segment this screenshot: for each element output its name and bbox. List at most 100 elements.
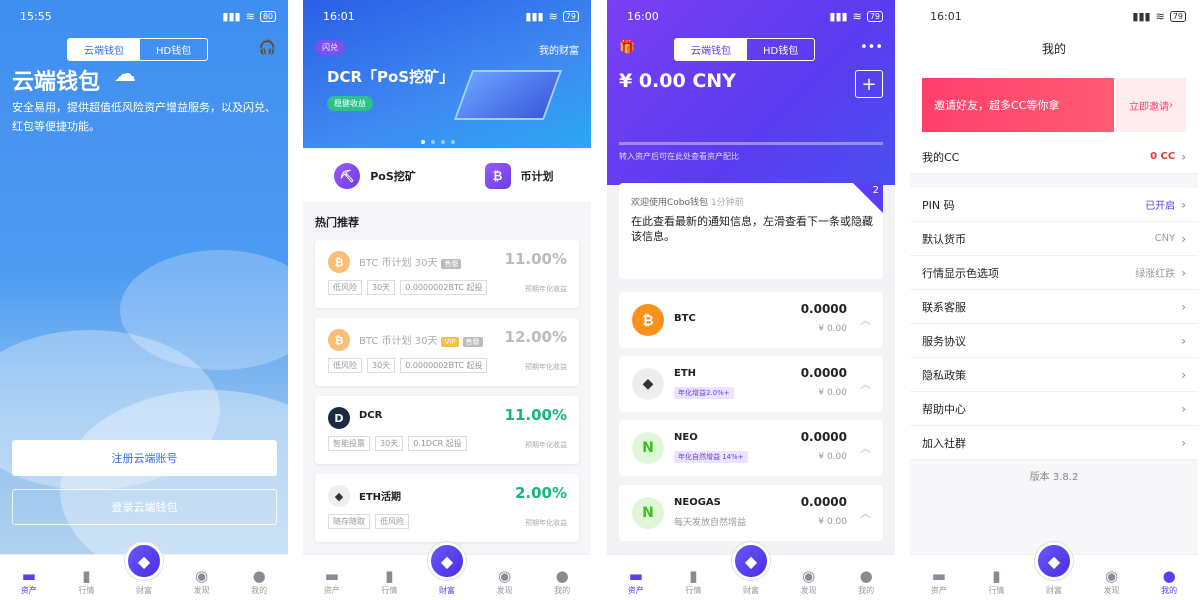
chart-icon: ▮ bbox=[992, 567, 1001, 585]
nav-wealth[interactable]: ◆ 财富 bbox=[726, 542, 776, 596]
soldout-badge: 售罄 bbox=[462, 337, 483, 347]
nav-discover[interactable]: ◉ 发现 bbox=[784, 567, 834, 596]
compass-icon: ◉ bbox=[802, 567, 816, 585]
assets-header: 16:00 ▮▮▮ ≋ 79 🎁 云端钱包 HD钱包 ••• ¥ 0.00 CNY … bbox=[607, 0, 895, 185]
chevron-up-icon[interactable]: ︿ bbox=[860, 312, 871, 328]
terms-row[interactable]: 服务协议 › bbox=[910, 324, 1198, 358]
nav-wealth[interactable]: ◆ 财富 bbox=[1029, 542, 1079, 596]
nav-me[interactable]: ● 我的 bbox=[537, 567, 587, 596]
invite-banner-wrap: 邀请好友，超多CC等你拿 立即邀请 › bbox=[910, 68, 1198, 140]
nav-assets[interactable]: ▬ 资产 bbox=[4, 567, 54, 596]
page-description: 安全易用，提供超值低风险资产增益服务，以及闪兑、红包等便捷功能。 bbox=[12, 101, 276, 133]
invite-now-link[interactable]: 立即邀请 › bbox=[1116, 78, 1186, 132]
chevron-up-icon[interactable]: ︿ bbox=[860, 505, 871, 521]
product-name: BTC 币计划 30天 bbox=[359, 258, 438, 269]
asset-row-eth[interactable]: ◆ ETH 年化增益2.0%+ 0.0000 ¥ 0.00 ︿ bbox=[619, 356, 883, 412]
tab-cloud-wallet[interactable]: 云端钱包 bbox=[675, 39, 747, 60]
register-button[interactable]: 注册云端账号 bbox=[12, 440, 277, 476]
status-bar: 16:00 ▮▮▮ ≋ 79 bbox=[607, 0, 895, 32]
nav-assets[interactable]: ▬ 资产 bbox=[307, 567, 357, 596]
tab-hd-wallet[interactable]: HD钱包 bbox=[747, 39, 814, 60]
chevron-up-icon[interactable]: ︿ bbox=[860, 440, 871, 456]
asset-cny: ¥ 0.00 bbox=[818, 388, 847, 398]
more-icon[interactable]: ••• bbox=[860, 40, 883, 55]
wallet-icon: ▬ bbox=[324, 567, 339, 585]
page-title: 云端钱包 bbox=[12, 70, 101, 95]
banner-title: DCR「PoS挖矿」 bbox=[327, 68, 455, 86]
pin-row[interactable]: PIN 码已开启 › bbox=[910, 188, 1198, 222]
allocation-bar bbox=[619, 142, 883, 145]
product-rate: 11.00% bbox=[504, 406, 567, 424]
currency-row[interactable]: 默认货币 CNY › bbox=[910, 222, 1198, 256]
product-card[interactable]: ◆ ETH活期 2.00% 随存随取 低风险 预期年化收益 bbox=[315, 474, 579, 542]
gift-icon[interactable]: 🎁 bbox=[619, 40, 635, 55]
asset-row-btc[interactable]: ₿ BTC 0.0000 ¥ 0.00 ︿ bbox=[619, 292, 883, 348]
tab-cloud-wallet[interactable]: 云端钱包 bbox=[68, 39, 140, 60]
product-card[interactable]: ₿ BTC 币计划 30天 售罄 11.00% 低风险 30天 0.0000002BT… bbox=[315, 240, 579, 308]
user-icon: ● bbox=[252, 567, 266, 585]
product-rate: 11.00% bbox=[504, 250, 567, 268]
chart-icon: ▮ bbox=[689, 567, 698, 585]
cc-value: 0 CC bbox=[1150, 151, 1176, 162]
user-icon: ● bbox=[859, 567, 873, 585]
chevron-right-icon: › bbox=[1181, 367, 1186, 382]
headset-icon[interactable]: 🎧 bbox=[259, 40, 276, 56]
nav-assets[interactable]: ▬ 资产 bbox=[914, 567, 964, 596]
nav-assets[interactable]: ▬ 资产 bbox=[611, 567, 661, 596]
privacy-row[interactable]: 隐私政策 › bbox=[910, 358, 1198, 392]
promo-banner[interactable]: 16:01 ▮▮▮ ≋ 79 闪兑 我的财富 DCR「PoS挖矿」 稳健收益 bbox=[303, 0, 591, 148]
btc-icon: ₿ bbox=[328, 251, 350, 273]
asset-row-neo[interactable]: N NEO 年化自然增益 14%+ 0.0000 ¥ 0.00 ︿ bbox=[619, 420, 883, 476]
support-row[interactable]: 联系客服 › bbox=[910, 290, 1198, 324]
nav-market[interactable]: ▮ 行情 bbox=[61, 567, 111, 596]
status-bar: 15:55 ▮▮▮ ≋ 80 bbox=[0, 0, 288, 32]
eth-icon: ◆ bbox=[632, 368, 664, 400]
status-time: 16:01 bbox=[930, 9, 962, 23]
asset-row-neogas[interactable]: N NEOGAS 每天发放自然增益 0.0000 ¥ 0.00 ︿ bbox=[619, 485, 883, 541]
nav-market[interactable]: ▮ 行情 bbox=[668, 567, 718, 596]
section-title: 热门推荐 bbox=[315, 216, 359, 229]
my-cc-row[interactable]: 我的CC 0 CC › bbox=[910, 140, 1198, 174]
screen-assets: 16:00 ▮▮▮ ≋ 79 🎁 云端钱包 HD钱包 ••• ¥ 0.00 CNY … bbox=[607, 0, 895, 600]
asset-amount: 0.0000 bbox=[800, 495, 847, 509]
chevron-up-icon[interactable]: ︿ bbox=[860, 376, 871, 392]
wifi-icon: ≋ bbox=[852, 9, 862, 23]
nav-discover[interactable]: ◉ 发现 bbox=[480, 567, 530, 596]
add-asset-button[interactable]: + bbox=[855, 70, 883, 98]
notice-heading: 欢迎使用Cobo钱包 bbox=[631, 198, 709, 208]
flash-exchange-button[interactable]: 闪兑 bbox=[315, 40, 345, 55]
neogas-icon: N bbox=[632, 497, 664, 529]
nav-me[interactable]: ● 我的 bbox=[841, 567, 891, 596]
product-tags: 随存随取 低风险 bbox=[328, 514, 409, 529]
asset-subtitle: 每天发放自然增益 bbox=[674, 518, 747, 528]
my-wealth-link[interactable]: 我的财富 bbox=[539, 42, 579, 57]
yield-tag: 年化自然增益 14%+ bbox=[674, 451, 748, 463]
help-row[interactable]: 帮助中心 › bbox=[910, 392, 1198, 426]
nav-market[interactable]: ▮ 行情 bbox=[971, 567, 1021, 596]
nav-discover[interactable]: ◉ 发现 bbox=[1087, 567, 1137, 596]
nav-market[interactable]: ▮ 行情 bbox=[364, 567, 414, 596]
pos-mining-shortcut[interactable]: ⛏ PoS挖矿 bbox=[303, 150, 447, 202]
product-card[interactable]: ₿ BTC 币计划 30天 VIP 售罄 12.00% 低风险 30天 0.000000… bbox=[315, 318, 579, 386]
nav-wealth[interactable]: ◆ 财富 bbox=[422, 542, 472, 596]
coin-plan-shortcut[interactable]: ₿ 币计划 bbox=[447, 150, 591, 202]
cloud-icon: ☁ bbox=[114, 62, 136, 87]
mining-illustration bbox=[453, 70, 563, 120]
battery-icon: 79 bbox=[562, 10, 579, 22]
btc-icon: ₿ bbox=[328, 329, 350, 351]
notice-card[interactable]: 2 欢迎使用Cobo钱包 1分钟前 在此查看最新的通知信息，左滑查看下一条或隐藏… bbox=[619, 183, 883, 279]
nav-wealth[interactable]: ◆ 财富 bbox=[119, 542, 169, 596]
product-rate: 12.00% bbox=[504, 328, 567, 346]
chevron-right-icon: › bbox=[1181, 265, 1186, 280]
login-button[interactable]: 登录云端钱包 bbox=[12, 489, 277, 525]
community-row[interactable]: 加入社群 › bbox=[910, 426, 1198, 460]
nav-me[interactable]: ● 我的 bbox=[1144, 567, 1194, 596]
wallet-icon: ▬ bbox=[931, 567, 946, 585]
nav-discover[interactable]: ◉ 发现 bbox=[177, 567, 227, 596]
nav-me[interactable]: ● 我的 bbox=[234, 567, 284, 596]
tab-hd-wallet[interactable]: HD钱包 bbox=[140, 39, 207, 60]
product-card[interactable]: D DCR 11.00% 智能投票 30天 0.1DCR 起投 预期年化收益 bbox=[315, 396, 579, 464]
asset-amount: 0.0000 bbox=[800, 366, 847, 380]
color-option-row[interactable]: 行情显示色选项 绿涨红跌 › bbox=[910, 256, 1198, 290]
invite-banner[interactable]: 邀请好友，超多CC等你拿 bbox=[922, 78, 1114, 132]
